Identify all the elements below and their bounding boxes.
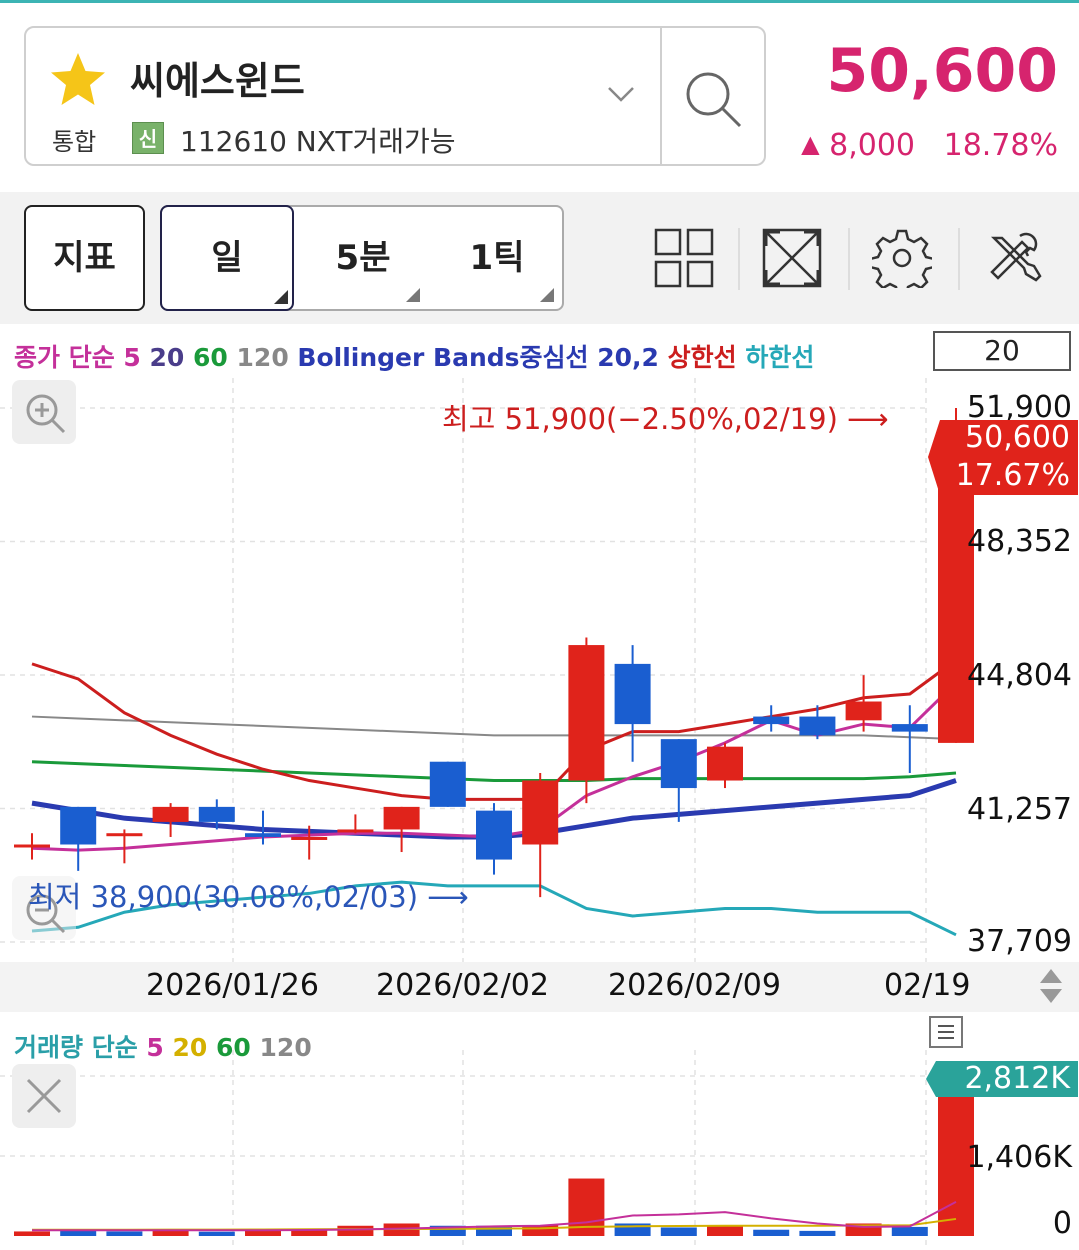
change-percent: 18.78%: [943, 128, 1058, 163]
resize-updown-icon[interactable]: [1036, 966, 1066, 1006]
volume-bar: [152, 1230, 189, 1236]
candle-body: [152, 806, 189, 822]
chart-legend-item: 상한선: [667, 343, 746, 372]
search-icon[interactable]: [682, 68, 746, 132]
high-annotation: 최고 51,900(−2.50%,02/19) ⟶: [442, 402, 889, 436]
x-axis-label: 2026/01/26: [146, 968, 319, 1003]
volume-bar: [60, 1230, 97, 1236]
candle-body: [429, 761, 466, 807]
toolbar-separator: [958, 228, 960, 290]
tab-5min-dropdown-icon[interactable]: [406, 288, 420, 302]
stockbox-divider: [660, 28, 662, 164]
close-volume-button[interactable]: [12, 1064, 76, 1128]
volume-bar: [14, 1231, 50, 1236]
candle-body: [891, 724, 928, 732]
volume-bar: [106, 1231, 143, 1236]
candle-body: [245, 833, 281, 837]
ma60-line: [31, 760, 957, 783]
candle-body: [476, 810, 512, 860]
candle-body: [707, 746, 743, 781]
low-annotation: 최저 38,900(30.08%,02/03) ⟶: [28, 880, 469, 914]
stock-selector[interactable]: 씨에스윈드 통합 신 112610 NXT거래가능: [24, 26, 766, 166]
candle-body: [845, 701, 882, 721]
x-axis-label: 2026/02/09: [608, 968, 781, 1003]
zoom-in-icon: [26, 394, 66, 434]
close-icon: [26, 1078, 62, 1114]
tab-daily-dropdown-icon[interactable]: [274, 290, 288, 304]
volume-bar: [753, 1229, 790, 1236]
chart-legend-item: 종가 단순: [14, 343, 124, 372]
toolbar-separator: [738, 228, 740, 290]
chart-legend-item: 60: [193, 343, 237, 372]
new-listing-badge: 신: [132, 122, 164, 154]
volume-bar: [891, 1226, 928, 1236]
settings-gear-icon[interactable]: [872, 228, 932, 288]
current-price-pct: 17.67%: [955, 458, 1070, 493]
chart-legend-item: 하한선: [745, 343, 815, 372]
volume-bar: [660, 1227, 697, 1236]
volume-chart: [0, 1050, 974, 1250]
candle-body: [337, 829, 374, 833]
volume-bar: [799, 1230, 836, 1236]
chart-legend-item: 5: [123, 343, 150, 372]
candle-body: [614, 663, 651, 725]
chart-legend: 종가 단순 5 20 60 120 Bollinger Bands중심선 20,…: [14, 338, 814, 374]
volume-bar: [707, 1226, 743, 1236]
period-input[interactable]: 20: [933, 331, 1071, 371]
top-accent-line: [0, 0, 1079, 3]
candle-body: [291, 836, 328, 840]
candle-body: [938, 456, 974, 743]
y-axis-label: 41,257: [967, 792, 1072, 827]
y-axis-label: 37,709: [967, 924, 1072, 959]
chart-legend-item: Bollinger Bands중심선 20,2: [297, 343, 668, 372]
grid-layout-icon[interactable]: [654, 228, 714, 288]
candle-body: [106, 833, 143, 837]
candle-body: [522, 780, 559, 845]
chevron-down-icon[interactable]: [606, 84, 636, 104]
toolbar-separator: [848, 228, 850, 290]
current-price-badge: 50,600 17.67%: [928, 420, 1078, 495]
stock-name: 씨에스윈드: [130, 59, 305, 103]
y-axis-label: 44,804: [967, 658, 1072, 693]
chart-legend-item: 120: [236, 343, 298, 372]
current-volume-value: 2,812K: [964, 1061, 1070, 1096]
candle-body: [568, 645, 605, 781]
stock-code: 112610 NXT거래가능: [180, 125, 456, 158]
menu-icon: [938, 1025, 954, 1039]
chart-legend-item: 20: [149, 343, 194, 372]
candle-body: [660, 739, 697, 789]
current-price: 50,600: [826, 36, 1058, 106]
market-label: 통합: [52, 128, 97, 156]
indicator-button[interactable]: 지표: [24, 205, 145, 311]
volume-y-label: 0: [1052, 1206, 1072, 1241]
y-axis-label: 48,352: [967, 524, 1072, 559]
expand-icon[interactable]: [762, 228, 822, 288]
zoom-in-button[interactable]: [12, 380, 76, 444]
tools-icon[interactable]: [984, 228, 1044, 288]
up-arrow-icon: ▲: [801, 130, 820, 158]
volume-bar: [337, 1225, 374, 1236]
candle-body: [383, 806, 420, 830]
tab-1tick-dropdown-icon[interactable]: [540, 288, 554, 302]
candle-body: [799, 716, 836, 736]
candle-body: [198, 806, 235, 822]
x-axis-label: 02/19: [884, 968, 971, 1003]
x-axis-label: 2026/02/02: [376, 968, 549, 1003]
volume-y-label: 1,406K: [966, 1140, 1072, 1175]
candle-body: [14, 844, 50, 848]
current-volume-badge: 2,812K: [926, 1061, 1078, 1097]
volume-menu-button[interactable]: [929, 1016, 963, 1048]
candle-body: [60, 806, 97, 845]
candle-body: [753, 716, 790, 725]
volume-bar: [198, 1231, 235, 1236]
current-price-value: 50,600: [965, 420, 1070, 455]
change-amount: 8,000: [829, 128, 915, 163]
favorite-star-icon[interactable]: [48, 50, 108, 110]
price-change: ▲ 8,000 18.78%: [788, 128, 1058, 163]
